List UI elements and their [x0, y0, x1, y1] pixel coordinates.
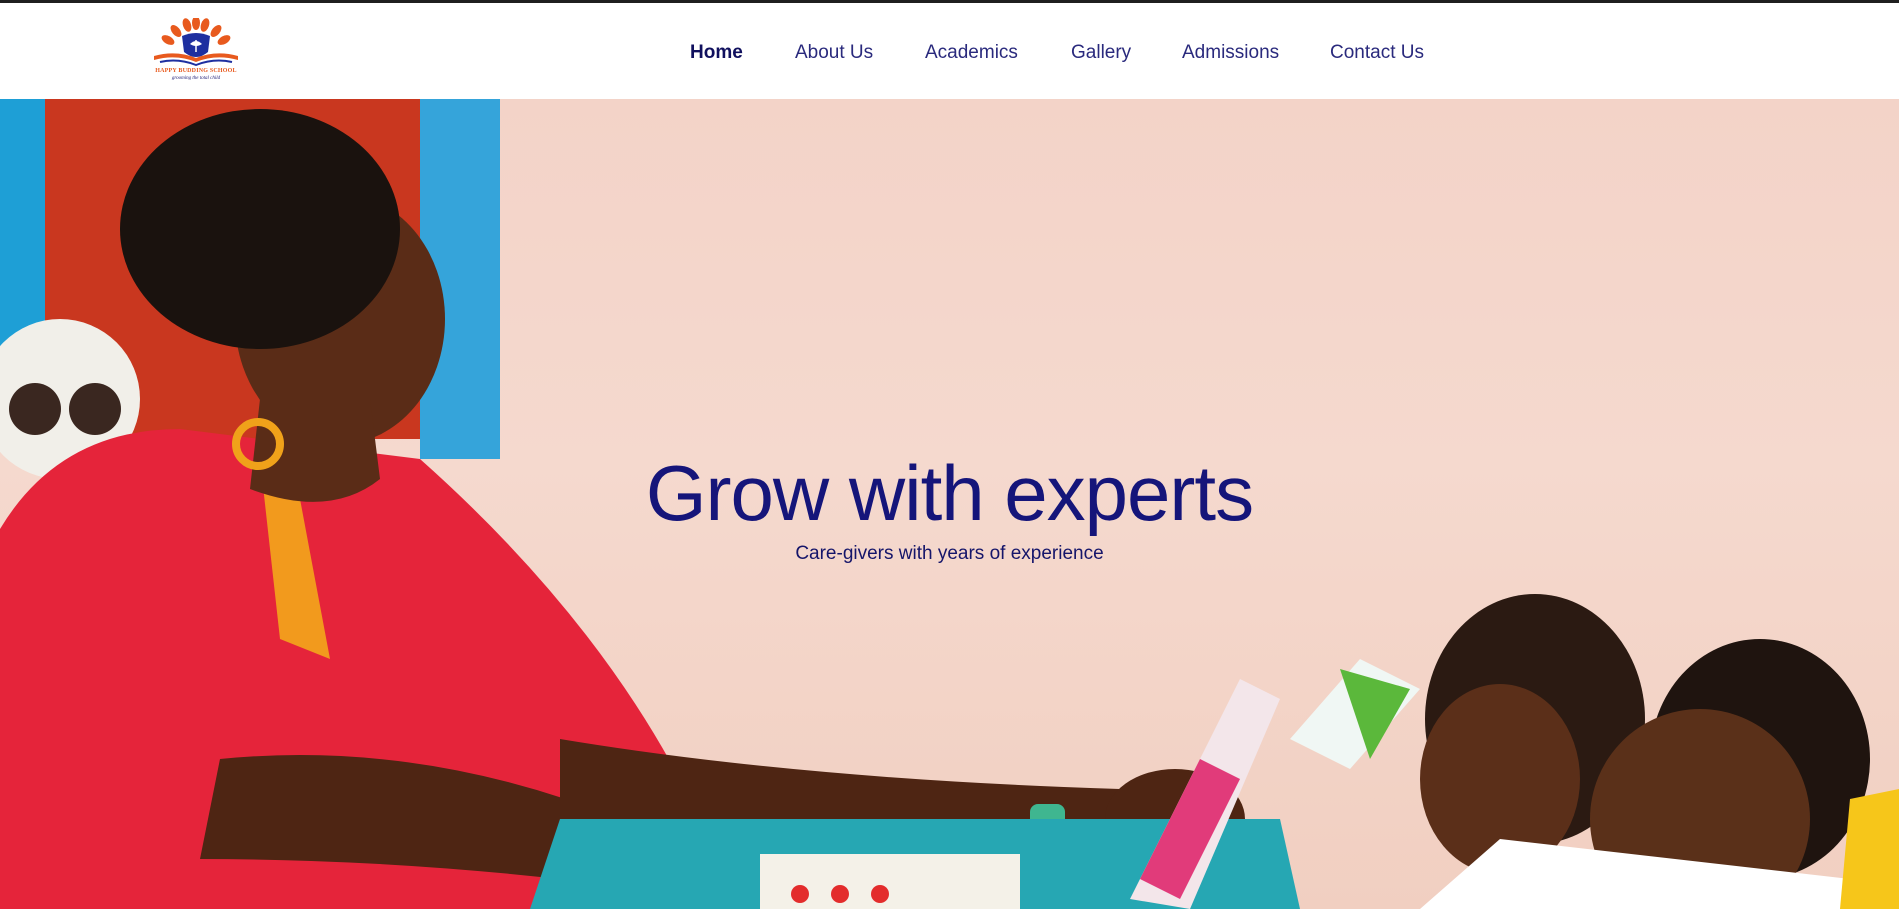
hero-banner: Grow with experts Care-givers with years…: [0, 99, 1899, 909]
nav-academics[interactable]: Academics: [925, 42, 1018, 64]
nav-about-us[interactable]: About Us: [795, 42, 873, 64]
main-nav: Home About Us Academics Gallery Admissio…: [0, 6, 1899, 102]
hero-title: Grow with experts: [645, 449, 1254, 537]
nav-gallery[interactable]: Gallery: [1071, 42, 1131, 64]
site-header: HAPPY BUDDING SCHOOL grooming the total …: [0, 3, 1899, 99]
nav-admissions[interactable]: Admissions: [1182, 42, 1279, 64]
nav-contact-us[interactable]: Contact Us: [1330, 42, 1424, 64]
nav-home[interactable]: Home: [690, 42, 743, 64]
hero-subtitle: Care-givers with years of experience: [795, 543, 1104, 564]
